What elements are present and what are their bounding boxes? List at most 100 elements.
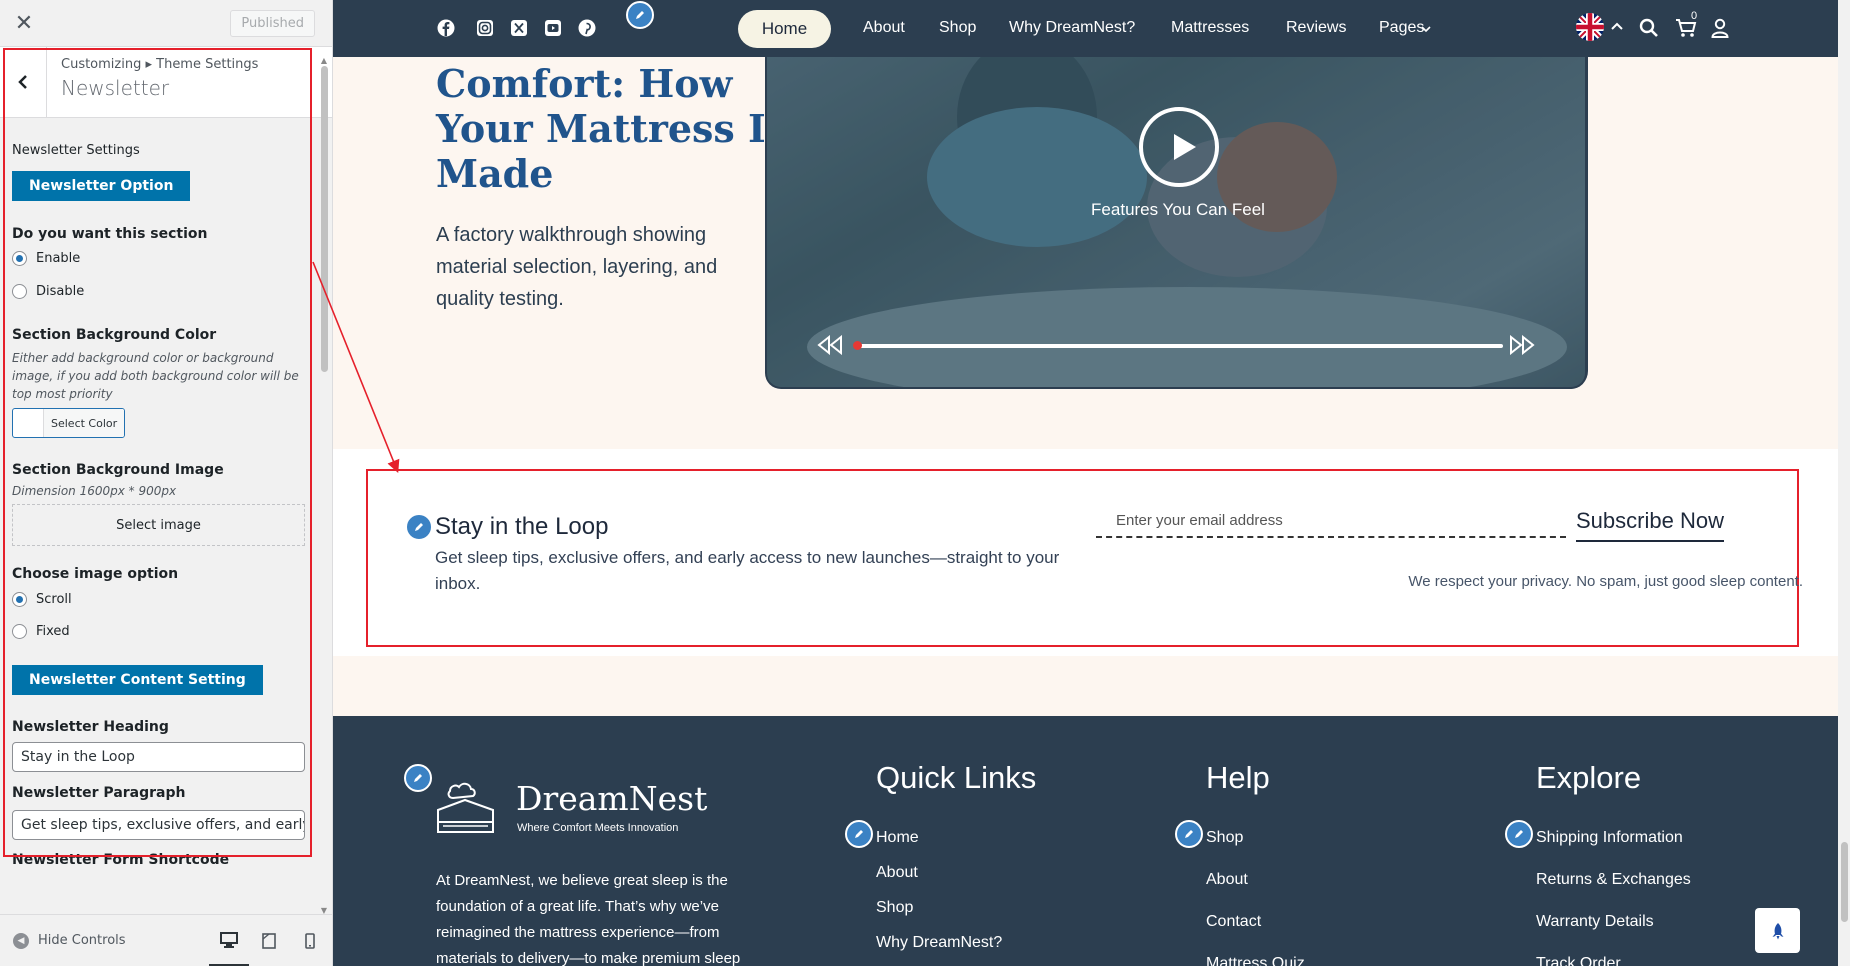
scroll-label: Scroll [36, 592, 72, 607]
explore-heading: Explore [1536, 760, 1642, 795]
enable-radio-row[interactable]: Enable [12, 251, 305, 266]
rewind-icon[interactable] [817, 335, 843, 355]
scroll-radio-row[interactable]: Scroll [12, 592, 305, 607]
footer-link-track-order[interactable]: Track Order [1536, 955, 1621, 966]
instagram-icon[interactable] [476, 19, 494, 37]
video-carousel: Features You Can Feel [765, 57, 1588, 389]
desktop-preview-button[interactable] [209, 915, 249, 966]
nav-item-pages[interactable]: Pages [1379, 19, 1424, 37]
back-to-top-button[interactable] [1755, 908, 1800, 953]
hero-description-line-3: quality testing. [436, 288, 564, 310]
play-icon[interactable] [1139, 107, 1219, 187]
footer-link-help-shop[interactable]: Shop [1206, 829, 1243, 847]
facebook-icon[interactable] [437, 19, 455, 37]
nav-item-why-dreamnest[interactable]: Why DreamNest? [1009, 19, 1135, 37]
newsletter-option-button[interactable]: Newsletter Option [12, 171, 191, 201]
pinterest-icon[interactable] [578, 19, 596, 37]
tablet-preview-button[interactable] [249, 915, 289, 966]
disable-label: Disable [36, 284, 85, 299]
published-button[interactable]: Published [230, 9, 315, 37]
paragraph-input[interactable]: Get sleep tips, exclusive offers, and ea… [12, 810, 305, 840]
sidebar-top-bar: ✕ Published [0, 0, 332, 47]
heading-input[interactable]: Stay in the Loop [12, 742, 305, 772]
youtube-icon[interactable] [544, 19, 562, 37]
video-caption: Features You Can Feel [1091, 200, 1265, 219]
hero-title-line-2: Your Mattress Is [436, 106, 788, 151]
edit-footer-pencil-icon[interactable] [404, 764, 432, 792]
fast-forward-icon[interactable] [1509, 335, 1535, 355]
newsletter-heading: Stay in the Loop [435, 513, 609, 540]
nav-item-reviews[interactable]: Reviews [1286, 19, 1346, 37]
search-icon[interactable] [1639, 18, 1659, 38]
disable-radio[interactable] [12, 284, 27, 299]
mobile-icon [305, 933, 315, 949]
breadcrumb: Customizing ▸ Theme Settings [61, 57, 259, 72]
bg-image-description: Dimension 1600px * 900px [12, 484, 177, 498]
scroll-radio[interactable] [12, 592, 27, 607]
footer-link-help-about[interactable]: About [1206, 871, 1248, 889]
footer-link-about[interactable]: About [876, 864, 918, 882]
edit-explore-pencil-icon[interactable] [1505, 820, 1533, 848]
nav-item-mattresses[interactable]: Mattresses [1171, 19, 1249, 37]
nav-item-about[interactable]: About [863, 19, 905, 37]
mobile-preview-button[interactable] [290, 915, 330, 966]
color-swatch [13, 409, 44, 437]
footer-link-mattress-quiz[interactable]: Mattress Quiz [1206, 955, 1305, 966]
user-account-icon[interactable] [1711, 18, 1729, 38]
scroll-up-arrow-icon[interactable]: ▲ [319, 56, 329, 65]
section-spacer [333, 656, 1838, 716]
sidebar-scroll-thumb[interactable] [321, 66, 328, 372]
x-twitter-icon[interactable] [510, 19, 528, 37]
close-icon[interactable]: ✕ [14, 11, 34, 36]
panel-title: Newsletter [61, 76, 170, 100]
shortcode-field-label: Newsletter Form Shortcode [12, 852, 230, 868]
edit-quick-links-pencil-icon[interactable] [845, 820, 873, 848]
edit-newsletter-pencil-icon[interactable] [405, 513, 433, 541]
disable-radio-row[interactable]: Disable [12, 284, 305, 299]
privacy-note: We respect your privacy. No spam, just g… [1408, 573, 1803, 590]
select-image-button[interactable]: Select image [12, 504, 305, 546]
hero-description-line-1: A factory walkthrough showing [436, 224, 707, 246]
site-preview: Comfort: How Your Mattress Is Made A fac… [333, 0, 1850, 966]
footer-link-shipping[interactable]: Shipping Information [1536, 829, 1683, 847]
sidebar-scrollbar[interactable]: ▲ ▼ [319, 56, 329, 916]
newsletter-content-button[interactable]: Newsletter Content Setting [12, 665, 263, 695]
video-progress-handle[interactable] [853, 341, 862, 350]
subscribe-button[interactable]: Subscribe Now [1576, 508, 1724, 542]
chevron-left-icon [18, 75, 27, 89]
email-input[interactable]: Enter your email address [1096, 504, 1566, 538]
hero-section: Comfort: How Your Mattress Is Made A fac… [333, 57, 1838, 449]
newsletter-section: Stay in the Loop Get sleep tips, exclusi… [333, 449, 1838, 656]
fixed-radio[interactable] [12, 624, 27, 639]
preview-scroll-thumb[interactable] [1841, 842, 1848, 922]
dreamnest-logo-icon [437, 782, 494, 833]
hide-controls-button[interactable]: ◀ Hide Controls [13, 932, 126, 949]
footer-link-warranty[interactable]: Warranty Details [1536, 913, 1654, 931]
chevron-down-icon[interactable] [1421, 26, 1431, 33]
collapse-icon: ◀ [13, 932, 29, 949]
preview-scrollbar[interactable] [1838, 0, 1850, 966]
uk-flag-icon[interactable] [1575, 12, 1605, 42]
back-button[interactable] [0, 47, 47, 117]
footer-link-home[interactable]: Home [876, 829, 919, 847]
hero-description-line-2: material selection, layering, and [436, 256, 718, 278]
enable-radio[interactable] [12, 251, 27, 266]
nav-item-shop[interactable]: Shop [939, 19, 976, 37]
footer-tagline: Where Comfort Meets Innovation [517, 822, 679, 834]
footer-link-why-dreamnest[interactable]: Why DreamNest? [876, 934, 1002, 952]
site-header: Home About Shop Why DreamNest? Mattresse… [333, 0, 1838, 57]
edit-shortcut-pencil-icon[interactable] [626, 1, 654, 29]
chevron-up-icon[interactable] [1611, 22, 1623, 30]
footer-brand-name: DreamNest [516, 779, 708, 818]
image-option-heading: Choose image option [12, 566, 179, 582]
footer-link-returns[interactable]: Returns & Exchanges [1536, 871, 1691, 889]
paragraph-field-label: Newsletter Paragraph [12, 785, 186, 801]
nav-item-home[interactable]: Home [738, 10, 831, 48]
edit-help-pencil-icon[interactable] [1175, 820, 1203, 848]
fixed-radio-row[interactable]: Fixed [12, 624, 305, 639]
select-color-button[interactable]: Select Color [12, 408, 126, 438]
video-player[interactable]: Features You Can Feel [765, 57, 1587, 389]
video-progress-bar[interactable] [857, 344, 1503, 348]
footer-link-shop[interactable]: Shop [876, 899, 913, 917]
footer-link-contact[interactable]: Contact [1206, 913, 1261, 931]
